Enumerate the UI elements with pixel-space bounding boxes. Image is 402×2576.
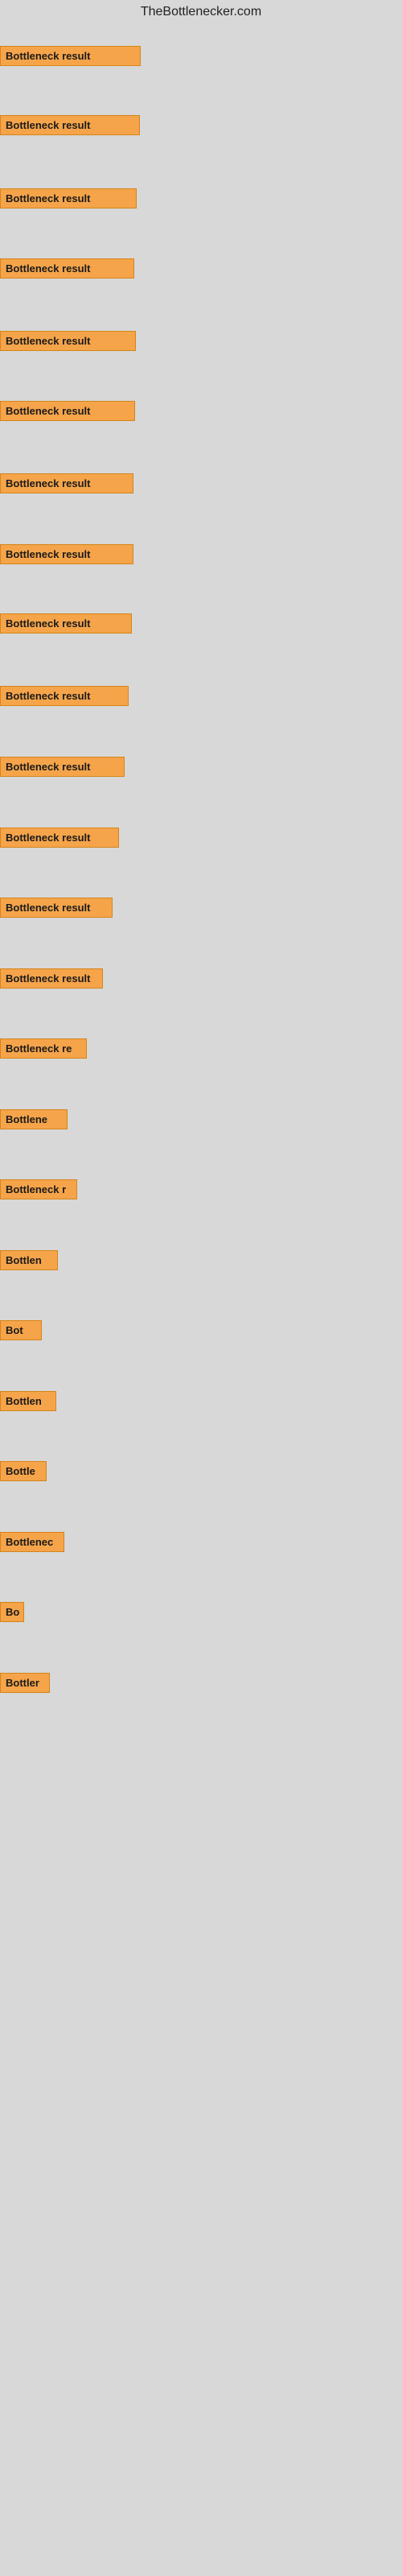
bottleneck-result-item: Bottleneck result — [0, 401, 135, 421]
bottleneck-result-item: Bo — [0, 1602, 24, 1622]
site-title: TheBottlenecker.com — [0, 0, 402, 26]
bottleneck-result-item: Bottleneck result — [0, 188, 137, 208]
bottleneck-result-item: Bottlen — [0, 1391, 56, 1411]
bottleneck-result-item: Bottleneck result — [0, 968, 103, 989]
bottleneck-result-item: Bottleneck result — [0, 544, 133, 564]
bottleneck-result-item: Bottleneck re — [0, 1038, 87, 1059]
bottleneck-result-item: Bottleneck r — [0, 1179, 77, 1199]
bottleneck-result-item: Bottleneck result — [0, 686, 129, 706]
bottleneck-result-item: Bottleneck result — [0, 331, 136, 351]
bottleneck-result-item: Bottle — [0, 1461, 47, 1481]
bottleneck-result-item: Bottleneck result — [0, 258, 134, 279]
bottleneck-result-item: Bottlenec — [0, 1532, 64, 1552]
bottleneck-result-item: Bottleneck result — [0, 898, 113, 918]
bottleneck-result-item: Bottleneck result — [0, 828, 119, 848]
bottleneck-result-item: Bot — [0, 1320, 42, 1340]
bottleneck-result-item: Bottleneck result — [0, 473, 133, 493]
bottleneck-result-item: Bottlen — [0, 1250, 58, 1270]
bottleneck-result-item: Bottleneck result — [0, 757, 125, 777]
bottleneck-result-item: Bottleneck result — [0, 115, 140, 135]
bottleneck-result-item: Bottlene — [0, 1109, 68, 1129]
bottleneck-result-item: Bottleneck result — [0, 613, 132, 634]
bottleneck-result-item: Bottleneck result — [0, 46, 141, 66]
bottleneck-result-item: Bottler — [0, 1673, 50, 1693]
